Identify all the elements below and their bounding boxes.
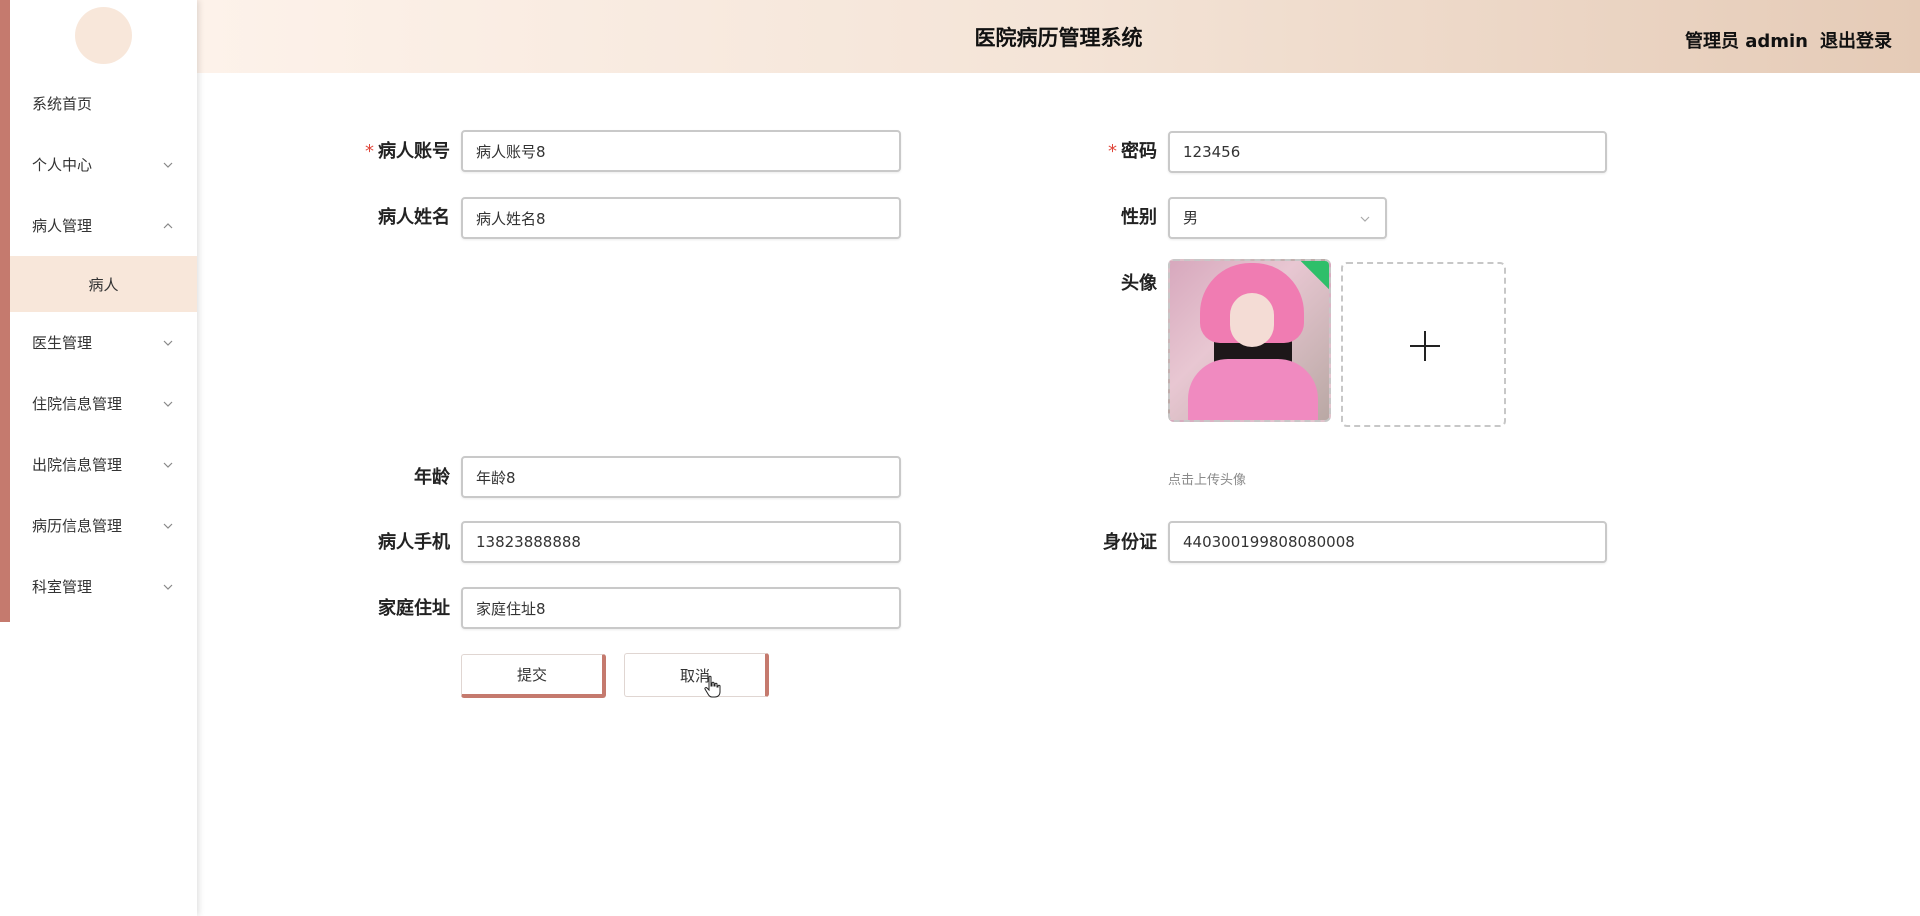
gender-select[interactable]: 男	[1168, 197, 1387, 239]
sidebar-item-label: 系统首页	[32, 95, 93, 113]
phone-label: 病人手机	[378, 532, 450, 553]
sidebar-item-label: 个人中心	[32, 156, 93, 174]
plus-icon	[1424, 331, 1426, 361]
sidebar-item-label: 医生管理	[32, 334, 93, 352]
logout-button[interactable]: 退出登录	[1820, 31, 1892, 52]
phone-input[interactable]	[461, 521, 901, 563]
sidebar: 系统首页 个人中心 病人管理 病人 医生管理 住院信息管理 出院信息管理 病历信…	[0, 0, 197, 916]
photo-body	[1188, 359, 1318, 420]
sidebar-item-label: 病人管理	[32, 217, 93, 235]
account-label-text: 病人账号	[378, 141, 450, 162]
password-input[interactable]	[1168, 131, 1607, 173]
address-input[interactable]	[461, 587, 901, 629]
chevron-down-icon	[163, 523, 173, 529]
age-input[interactable]	[461, 456, 901, 498]
chevron-down-icon	[163, 462, 173, 468]
hand-cursor-icon	[704, 675, 721, 698]
id-card-label: 身份证	[1103, 532, 1157, 553]
sidebar-item-home[interactable]: 系统首页	[0, 73, 197, 134]
upload-hint: 点击上传头像	[1168, 473, 1247, 488]
header-user-area: 管理员 admin 退出登录	[1673, 27, 1892, 53]
sidebar-item-medical-record-management[interactable]: 病历信息管理	[0, 495, 197, 556]
password-label-text: 密码	[1121, 141, 1157, 162]
sidebar-item-label: 出院信息管理	[32, 456, 123, 474]
account-input[interactable]	[461, 130, 901, 172]
account-label: * 病人账号	[330, 131, 450, 173]
gender-label: 性别	[1121, 207, 1157, 228]
sidebar-item-label: 病历信息管理	[32, 517, 123, 535]
name-label: 病人姓名	[378, 207, 450, 228]
sidebar-menu: 系统首页 个人中心 病人管理 病人 医生管理 住院信息管理 出院信息管理 病历信…	[0, 73, 197, 617]
sidebar-subitem-patient[interactable]: 病人	[10, 256, 197, 312]
upload-add-button[interactable]	[1341, 262, 1506, 427]
photo-face	[1230, 293, 1274, 347]
gender-select-value: 男	[1183, 209, 1199, 227]
chevron-down-icon	[1360, 216, 1370, 222]
chevron-down-icon	[163, 401, 173, 407]
sidebar-item-label: 住院信息管理	[32, 395, 123, 413]
header: 医院病历管理系统 管理员 admin 退出登录	[197, 0, 1920, 73]
user-label: 管理员 admin	[1684, 31, 1808, 52]
uploaded-avatar-photo[interactable]	[1168, 259, 1331, 422]
sidebar-item-inpatient-management[interactable]: 住院信息管理	[0, 373, 197, 434]
chevron-down-icon	[163, 340, 173, 346]
upload-success-corner	[1300, 261, 1329, 290]
name-input[interactable]	[461, 197, 901, 239]
password-label: * 密码	[1037, 131, 1157, 173]
id-card-input[interactable]	[1168, 521, 1607, 563]
sidebar-subitem-label: 病人	[88, 275, 119, 294]
sidebar-item-doctor-management[interactable]: 医生管理	[0, 312, 197, 373]
sidebar-item-department-management[interactable]: 科室管理	[0, 556, 197, 617]
avatar-label: 头像	[1121, 273, 1157, 294]
cancel-button[interactable]: 取消	[624, 653, 769, 697]
chevron-up-icon	[163, 222, 173, 228]
sidebar-item-label: 科室管理	[32, 578, 93, 596]
address-label: 家庭住址	[378, 598, 450, 619]
required-mark: *	[1108, 141, 1117, 162]
page-title: 医院病历管理系统	[974, 26, 1143, 50]
sidebar-item-personal-center[interactable]: 个人中心	[0, 134, 197, 195]
sidebar-item-patient-management[interactable]: 病人管理	[0, 195, 197, 256]
chevron-down-icon	[163, 162, 173, 168]
sidebar-item-discharge-management[interactable]: 出院信息管理	[0, 434, 197, 495]
chevron-down-icon	[163, 584, 173, 590]
required-mark: *	[365, 141, 374, 162]
avatar	[75, 7, 132, 64]
age-label: 年龄	[414, 467, 450, 488]
submit-button[interactable]: 提交	[461, 654, 606, 698]
